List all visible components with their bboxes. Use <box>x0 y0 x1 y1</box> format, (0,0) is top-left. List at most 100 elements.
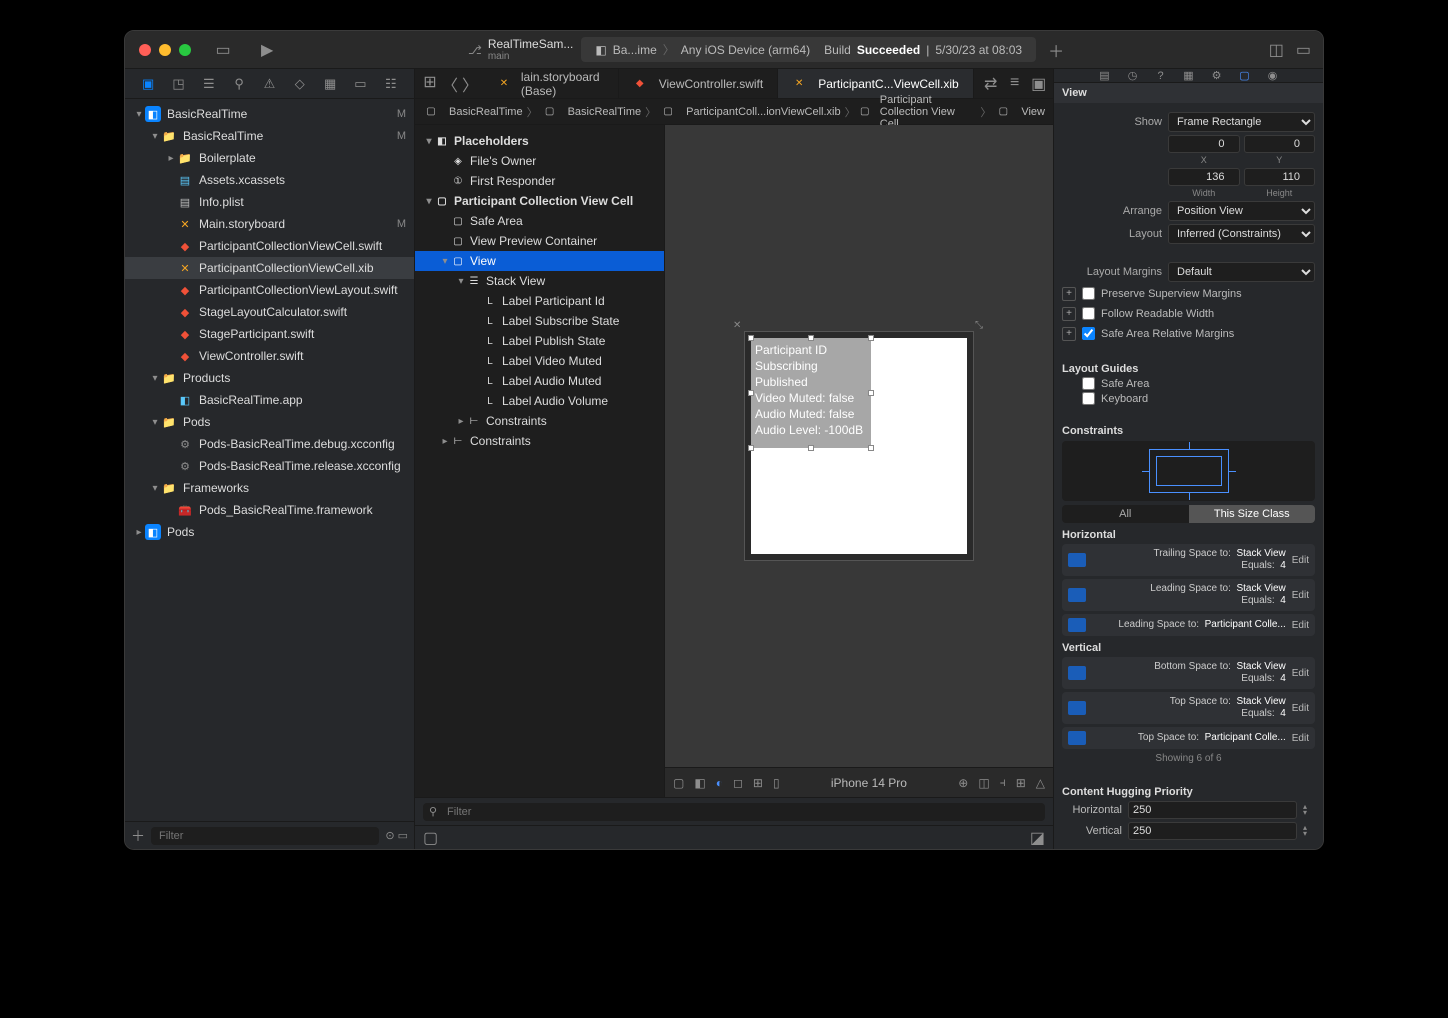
ib-canvas[interactable]: ✕ ⤡ <box>665 125 1053 767</box>
outline-row[interactable]: ▢View Preview Container <box>415 231 664 251</box>
layout-button[interactable]: ⊞ <box>753 776 763 790</box>
safe-area-guide-checkbox[interactable] <box>1082 377 1095 390</box>
cell-content-view[interactable]: Participant IDSubscribingPublishedVideo … <box>751 338 967 554</box>
outline-row[interactable]: LLabel Video Muted <box>415 351 664 371</box>
jump-bar[interactable]: ▢BasicRealTime〉▢BasicRealTime〉▢Participa… <box>415 99 1053 125</box>
edit-constraint-button[interactable]: Edit <box>1292 620 1309 631</box>
tree-row[interactable]: ◆ViewController.swift <box>125 345 414 367</box>
resize-icon[interactable]: ⤡ <box>975 320 985 330</box>
embed-button[interactable]: ◫ <box>978 776 989 790</box>
breakpoint-navigator-tab[interactable]: ▭ <box>350 76 370 92</box>
margins-dropdown[interactable]: Default <box>1168 262 1315 282</box>
resize-handle[interactable] <box>868 335 874 341</box>
identity-inspector-tab[interactable]: ▦ <box>1180 69 1198 82</box>
constraint-card[interactable]: Leading Space to: Stack ViewEquals: 4Edi… <box>1062 579 1315 611</box>
cell-frame[interactable]: ✕ ⤡ <box>744 331 974 561</box>
issue-navigator-tab[interactable]: ⚠ <box>259 76 279 92</box>
editor-tab[interactable]: ✕lain.storyboard (Base) <box>485 69 619 98</box>
outline-row[interactable]: ▢Safe Area <box>415 211 664 231</box>
height-field[interactable] <box>1244 168 1316 186</box>
forward-button[interactable]: 〉 <box>461 72 479 96</box>
safe-area-margins-checkbox[interactable] <box>1082 327 1095 340</box>
outline-row[interactable]: ▸⊢Constraints <box>415 431 664 451</box>
tree-row[interactable]: ⚙Pods-BasicRealTime.debug.xcconfig <box>125 433 414 455</box>
tree-row[interactable]: ◆ParticipantCollectionViewLayout.swift <box>125 279 414 301</box>
zoom-button[interactable]: ⊕ <box>958 776 968 790</box>
device-config-button[interactable]: ▢ <box>673 776 684 790</box>
tree-row[interactable]: ✕ParticipantCollectionViewCell.xib <box>125 257 414 279</box>
run-button[interactable]: ▶ <box>261 40 273 60</box>
pin-button[interactable]: ⊞ <box>1016 776 1026 790</box>
resize-handle[interactable] <box>808 335 814 341</box>
related-items-button[interactable]: ⊞ <box>421 72 439 96</box>
outline-row[interactable]: ①First Responder <box>415 171 664 191</box>
project-navigator-tab[interactable]: ▣ <box>138 76 158 92</box>
minimize-button[interactable] <box>159 44 171 56</box>
edit-constraint-button[interactable]: Edit <box>1292 733 1309 744</box>
tree-row[interactable]: ▤Assets.xcassets <box>125 169 414 191</box>
jumpbar-crumb[interactable]: ▢View <box>995 104 1045 120</box>
selected-view[interactable]: Participant IDSubscribingPublishedVideo … <box>751 338 871 448</box>
add-editor-button[interactable]: ＋ <box>1044 38 1068 62</box>
device-name[interactable]: iPhone 14 Pro <box>790 776 949 790</box>
edit-constraint-button[interactable]: Edit <box>1292 555 1309 566</box>
scheme-selector[interactable]: ⎇ RealTimeSam... main <box>468 37 573 62</box>
resolve-button[interactable]: △ <box>1036 776 1045 790</box>
outline-row[interactable]: ▾▢View <box>415 251 664 271</box>
orientation-button[interactable]: ◧ <box>694 776 705 790</box>
keyboard-guide-checkbox[interactable] <box>1082 392 1095 405</box>
project-tree[interactable]: ▾◧BasicRealTimeM▾📁BasicRealTimeM▸📁Boiler… <box>125 99 414 821</box>
tree-row[interactable]: ◧BasicRealTime.app <box>125 389 414 411</box>
close-icon[interactable]: ✕ <box>733 320 743 330</box>
seg-this-size-class[interactable]: This Size Class <box>1189 505 1316 523</box>
outline-row[interactable]: ▸⊢Constraints <box>415 411 664 431</box>
tree-row[interactable]: ▾◧BasicRealTimeM <box>125 103 414 125</box>
edit-constraint-button[interactable]: Edit <box>1292 668 1309 679</box>
find-navigator-tab[interactable]: ⚲ <box>229 76 249 92</box>
arrange-dropdown[interactable]: Position View <box>1168 201 1315 221</box>
constraints-diagram[interactable] <box>1062 441 1315 501</box>
history-inspector-tab[interactable]: ◷ <box>1124 69 1142 82</box>
constraint-card[interactable]: Bottom Space to: Stack ViewEquals: 4Edit <box>1062 657 1315 689</box>
debug-navigator-tab[interactable]: ▦ <box>320 76 340 92</box>
readable-width-checkbox[interactable] <box>1082 307 1095 320</box>
tree-row[interactable]: ▤Info.plist <box>125 191 414 213</box>
constraint-card[interactable]: Top Space to: Participant Colle...Edit <box>1062 727 1315 749</box>
seg-all[interactable]: All <box>1062 505 1189 523</box>
file-inspector-tab[interactable]: ▤ <box>1096 69 1114 82</box>
connections-inspector-tab[interactable]: ◉ <box>1264 69 1282 82</box>
test-navigator-tab[interactable]: ◇ <box>290 76 310 92</box>
y-field[interactable] <box>1244 135 1316 153</box>
outline-row[interactable]: ◈File's Owner <box>415 151 664 171</box>
jumpbar-crumb[interactable]: ▢BasicRealTime <box>423 104 523 120</box>
outline-row[interactable]: LLabel Publish State <box>415 331 664 351</box>
resize-handle[interactable] <box>748 445 754 451</box>
stepper[interactable]: ▴▾ <box>1303 804 1315 816</box>
tree-row[interactable]: ◆ParticipantCollectionViewCell.swift <box>125 235 414 257</box>
size-class-segmented[interactable]: All This Size Class <box>1062 505 1315 523</box>
edit-constraint-button[interactable]: Edit <box>1292 703 1309 714</box>
editor-tab[interactable]: ◆ViewController.swift <box>619 69 778 98</box>
resize-handle[interactable] <box>748 390 754 396</box>
hugging-vertical-field[interactable] <box>1128 822 1297 840</box>
appearance-button[interactable]: ◐ <box>716 776 723 790</box>
align-button[interactable]: ⫞ <box>1000 775 1006 790</box>
tree-row[interactable]: 🧰Pods_BasicRealTime.framework <box>125 499 414 521</box>
tree-row[interactable]: ▾📁Pods <box>125 411 414 433</box>
constraint-card[interactable]: Top Space to: Stack ViewEquals: 4Edit <box>1062 692 1315 724</box>
jumpbar-crumb[interactable]: ▢BasicRealTime <box>542 104 642 120</box>
outline-row[interactable]: ▾▢Participant Collection View Cell <box>415 191 664 211</box>
swap-editor-button[interactable]: ⇄ <box>982 74 1000 94</box>
resize-handle[interactable] <box>748 335 754 341</box>
tree-row[interactable]: ◆StageLayoutCalculator.swift <box>125 301 414 323</box>
tree-row[interactable]: ▸◧Pods <box>125 521 414 543</box>
show-dropdown[interactable]: Frame Rectangle <box>1168 112 1315 132</box>
outline-row[interactable]: LLabel Participant Id <box>415 291 664 311</box>
resize-handle[interactable] <box>808 445 814 451</box>
tree-row[interactable]: ▾📁Products <box>125 367 414 389</box>
width-field[interactable] <box>1168 168 1240 186</box>
hugging-horizontal-field[interactable] <box>1128 801 1297 819</box>
toggle-inspector-button[interactable]: ▭ <box>1296 40 1311 60</box>
tree-row[interactable]: ▸📁Boilerplate <box>125 147 414 169</box>
status-bar[interactable]: ◧ Ba...ime 〉 Any iOS Device (arm64) Buil… <box>581 37 1036 62</box>
